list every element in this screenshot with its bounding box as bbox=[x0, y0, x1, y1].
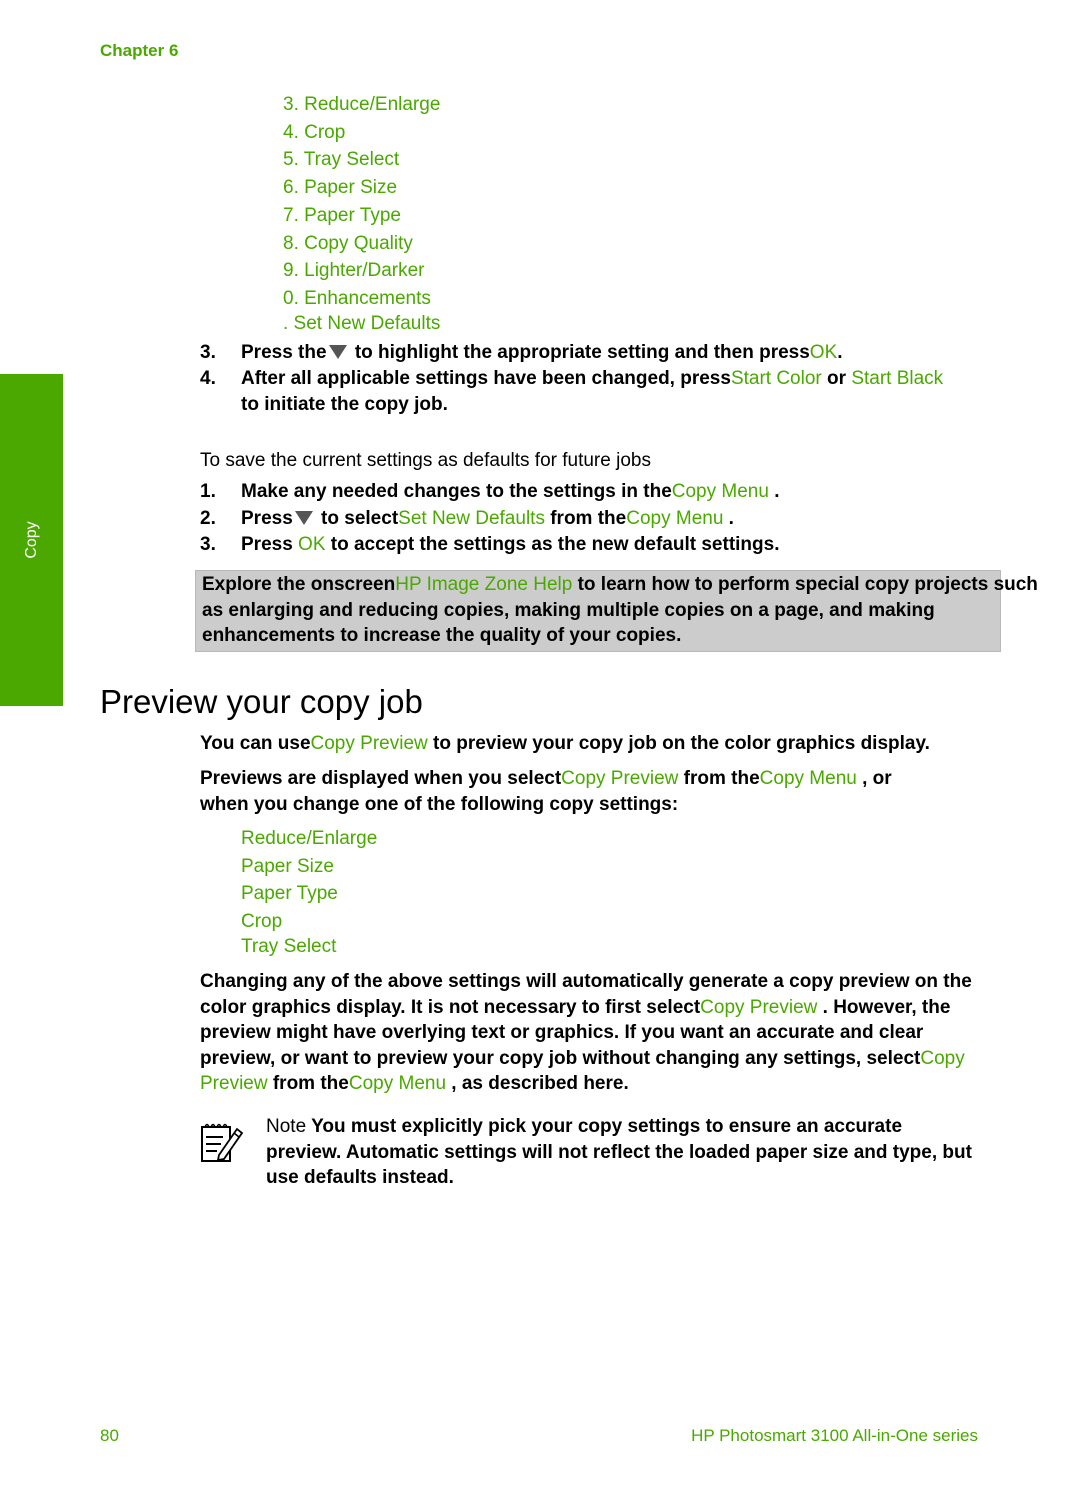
menu-item: 0. Enhancements bbox=[283, 287, 431, 309]
para-text: You can use bbox=[200, 733, 311, 754]
menu-item: . Set New Defaults bbox=[283, 312, 441, 334]
copy-preview-ref: Copy Preview bbox=[310, 733, 428, 754]
step-text: . bbox=[723, 508, 734, 529]
side-tab-label: Copy bbox=[22, 521, 40, 559]
step-text: Press bbox=[241, 534, 299, 555]
note-text: Note You must explicitly pick your copy … bbox=[266, 1114, 972, 1191]
para-text: . However, the bbox=[817, 996, 951, 1018]
step-item: 3. Press the to highlight the appropriat… bbox=[200, 340, 1020, 366]
step-text: Make any needed changes to the settings … bbox=[241, 481, 672, 502]
para-text: Changing any of the above settings will … bbox=[200, 971, 972, 992]
ok-button-ref: OK bbox=[809, 342, 838, 363]
step-number: 3. bbox=[200, 534, 216, 555]
para-text: Previews are displayed when you select bbox=[200, 768, 562, 789]
copy-menu-ref: Copy Menu bbox=[626, 508, 724, 529]
note-line: use defaults instead. bbox=[266, 1167, 454, 1188]
note-icon bbox=[199, 1119, 245, 1165]
save-defaults-intro: To save the current settings as defaults… bbox=[200, 450, 651, 471]
note-line: preview. Automatic settings will not ref… bbox=[266, 1141, 972, 1163]
para-text: , as described here. bbox=[446, 1073, 629, 1094]
step-text: Press the bbox=[241, 342, 327, 363]
setting-item: Reduce/Enlarge bbox=[241, 828, 378, 849]
step-item: 1. Make any needed changes to the settin… bbox=[200, 479, 1020, 505]
step-text: to select bbox=[315, 508, 399, 529]
product-name: HP Photosmart 3100 All-in-One series bbox=[691, 1426, 978, 1445]
para-text: preview, or want to preview your copy jo… bbox=[200, 1047, 921, 1069]
section-title: Preview your copy job bbox=[100, 683, 423, 720]
setting-item: Paper Size bbox=[241, 855, 334, 877]
step-text: to initiate the copy job. bbox=[241, 394, 448, 415]
step-item: 3. Press OK to accept the settings as th… bbox=[200, 532, 1020, 558]
step-item: 4. After all applicable settings have be… bbox=[200, 366, 1020, 418]
step-number: 4. bbox=[200, 368, 216, 389]
step-text: to accept the settings as the new defaul… bbox=[325, 534, 780, 555]
page-number: 80 bbox=[100, 1426, 119, 1445]
down-arrow-icon bbox=[328, 345, 347, 359]
copy-preview-ref: Copy Preview bbox=[700, 996, 818, 1018]
step-text: Press bbox=[241, 508, 293, 529]
start-black-ref: Start Black bbox=[851, 368, 944, 389]
menu-item: 8. Copy Quality bbox=[283, 232, 413, 254]
note-label: Note bbox=[266, 1116, 307, 1137]
down-arrow-icon bbox=[294, 511, 313, 525]
note-line: You must explicitly pick your copy setti… bbox=[306, 1116, 903, 1137]
set-new-defaults-ref: Set New Defaults bbox=[398, 508, 545, 529]
copy-preview-ref: Copy Preview bbox=[561, 768, 679, 789]
copy-menu-list: 3. Reduce/Enlarge 4. Crop 5. Tray Select… bbox=[283, 91, 440, 337]
step-text: from the bbox=[544, 508, 627, 529]
paragraph: Changing any of the above settings will … bbox=[200, 969, 972, 1097]
step-text: to highlight the appropriate setting and… bbox=[349, 342, 810, 363]
paragraph: You can useCopy Preview to preview your … bbox=[200, 731, 930, 757]
setting-item: Crop bbox=[241, 911, 283, 933]
start-color-ref: Start Color bbox=[730, 368, 822, 389]
menu-item: 9. Lighter/Darker bbox=[283, 260, 425, 282]
step-text: . bbox=[837, 342, 843, 363]
menu-item: 4. Crop bbox=[283, 121, 346, 143]
para-text: when you change one of the following cop… bbox=[200, 793, 679, 815]
step-number: 3. bbox=[200, 342, 216, 363]
tip-text: Explore the onscreenHP Image Zone Help t… bbox=[202, 572, 1042, 649]
step-text: After all applicable settings have been … bbox=[241, 368, 731, 389]
paragraph: Previews are displayed when you selectCo… bbox=[200, 766, 892, 817]
ok-button-ref: OK bbox=[298, 534, 326, 555]
para-text: from the bbox=[678, 768, 760, 789]
hp-image-zone-help-link[interactable]: HP Image Zone Help bbox=[395, 574, 572, 595]
para-text: from the bbox=[267, 1073, 349, 1094]
step-text: or bbox=[821, 368, 852, 389]
step-number: 2. bbox=[200, 508, 216, 529]
copy-preview-ref: Copy bbox=[920, 1047, 965, 1069]
preview-settings-list: Reduce/Enlarge Paper Size Paper Type Cro… bbox=[241, 825, 377, 961]
step-number: 1. bbox=[200, 481, 216, 502]
copy-menu-ref: Copy Menu bbox=[348, 1073, 447, 1094]
section-side-tab: Copy bbox=[0, 374, 63, 706]
setting-item: Tray Select bbox=[241, 935, 337, 957]
copy-menu-ref: Copy Menu bbox=[671, 481, 769, 502]
para-text: to preview your copy job on the color gr… bbox=[427, 733, 930, 754]
para-text: , or bbox=[856, 768, 892, 789]
menu-item: 6. Paper Size bbox=[283, 177, 398, 199]
copy-preview-ref: Preview bbox=[200, 1073, 268, 1094]
step-text: . bbox=[768, 481, 780, 502]
tip-text-part: Explore the onscreen bbox=[202, 574, 396, 595]
para-text: color graphics display. It is not necess… bbox=[200, 996, 701, 1018]
menu-item: 7. Paper Type bbox=[283, 204, 401, 226]
menu-item: 5. Tray Select bbox=[283, 149, 400, 171]
para-text: preview might have overlying text or gra… bbox=[200, 1022, 924, 1043]
step-item: 2. Press to selectSet New Defaults from … bbox=[200, 506, 1020, 532]
setting-item: Paper Type bbox=[241, 883, 338, 905]
copy-menu-ref: Copy Menu bbox=[759, 768, 857, 789]
chapter-label: Chapter 6 bbox=[100, 41, 179, 60]
menu-item: 3. Reduce/Enlarge bbox=[283, 94, 441, 115]
